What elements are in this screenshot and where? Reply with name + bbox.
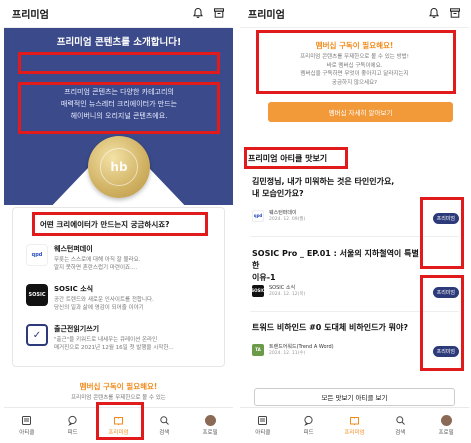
creator-logo: ✓	[26, 324, 48, 346]
nav-feed[interactable]: 피드	[286, 408, 332, 443]
membership-title: 멤버십 구독이 필요해요!	[79, 382, 158, 391]
highlight-box	[18, 52, 220, 74]
highlight-box	[420, 275, 464, 371]
right-screen: 프리미엄 멤버십 구독이 필요해요! 프리미엄 콘텐츠를 무제한으로 볼 수 있…	[240, 0, 469, 443]
creator-desc: 알지 못하면 혼란스럽기 마련이죠....	[54, 265, 138, 271]
creator-item[interactable]: ✓ 출근전읽기쓰기 "출근"을 키워드로 내세우는 큐레이션 온라인 매거진으로…	[26, 324, 226, 352]
nav-article[interactable]: 아티클	[240, 408, 286, 443]
avatar	[204, 415, 216, 426]
creator-question: 어떤 크리에이터가 만드는지 궁금하시죠?	[40, 220, 170, 229]
source-logo: SOSIC	[251, 284, 265, 297]
left-screen: 프리미엄 프리미엄 콘텐츠를 소개합니다! 프리미엄 콘텐츠는 다양한 카테고리…	[4, 0, 233, 443]
membership-detail-button[interactable]: 멤버십 자세히 알아보기	[268, 102, 453, 122]
membership-subtitle: 프리미엄 콘텐츠를 무제한으로 볼 수 있는	[71, 395, 166, 401]
bell-icon[interactable]	[192, 4, 204, 23]
avatar	[440, 415, 452, 426]
article-icon	[22, 416, 32, 425]
article-title[interactable]: SOSIC Pro _ EP.01 : 서울의 지하철역이 특별한 이유-1	[252, 248, 422, 284]
premium-seal-badge: hb	[88, 136, 150, 198]
article-meta: qpd 웨스턴퍼데이 2024. 12. 09(월)	[252, 209, 305, 222]
search-icon	[160, 416, 169, 425]
article-title[interactable]: 트워드 비하인드 #0 도대체 비하인드가 뭐야?	[252, 322, 422, 334]
creator-name: 웨스턴퍼데이	[54, 245, 93, 253]
membership-title: 멤버십 구독이 필요해요!	[315, 41, 394, 50]
nav-premium[interactable]: 프리미엄	[332, 408, 378, 443]
nav-profile[interactable]: 프로필	[423, 408, 469, 443]
nav-profile[interactable]: 프로필	[187, 408, 233, 443]
search-icon	[396, 416, 405, 425]
article-date: 2024. 12. 11(수)	[269, 351, 306, 356]
archive-icon[interactable]	[449, 4, 461, 23]
nav-search[interactable]: 검색	[377, 408, 423, 443]
highlight-box	[420, 197, 464, 269]
creator-item[interactable]: SOSIC SOSIC 소식 공간 트렌드와 새로운 인사이트를 전합니다. 당…	[26, 284, 226, 312]
article-icon	[258, 416, 268, 425]
highlight-box	[96, 402, 144, 440]
premium-book-icon	[349, 417, 359, 426]
membership-description: 프리미엄 콘텐츠를 무제한으로 볼 수 있는 방법! 바로 멤버십 구독이에요.…	[300, 54, 409, 86]
source-logo: TA	[252, 343, 264, 356]
article-date: 2024. 12. 12(목)	[269, 292, 306, 297]
creator-desc: 공간 트렌드와 새로운 인사이트를 전합니다.	[54, 297, 154, 303]
nav-article[interactable]: 아티클	[4, 408, 50, 443]
top-app-bar: 프리미엄	[240, 0, 469, 28]
creator-desc: 무릇는 스스로에 대해 아직 잘 몰라요.	[54, 257, 141, 263]
source-logo: qpd	[252, 209, 264, 222]
article-meta: TA 트렌드어워드(Trend A Word) 2024. 12. 11(수)	[252, 343, 334, 356]
app-title: 프리미엄	[12, 10, 49, 21]
creator-name: SOSIC 소식	[54, 285, 94, 293]
nav-search[interactable]: 검색	[141, 408, 187, 443]
article-source: 트렌드어워드(Trend A Word)	[269, 344, 334, 350]
nav-feed[interactable]: 피드	[50, 408, 96, 443]
article-meta: SOSIC SOSIC 소식 2024. 12. 12(목)	[251, 284, 306, 297]
article-date: 2024. 12. 09(월)	[269, 217, 306, 222]
creator-desc: 매거진으로 2021년 12월 16일 첫 발행을 시작한...	[54, 345, 174, 351]
hero-title: 프리미엄 콘텐츠를 소개합니다!	[56, 37, 182, 48]
chat-bubble-icon	[68, 415, 77, 426]
article-source: SOSIC 소식	[269, 285, 296, 291]
section-title: 프리미엄 아티클 맛보기	[248, 154, 328, 163]
bell-icon[interactable]	[428, 4, 440, 23]
bottom-nav: 아티클 피드 프리미엄 검색 프로필	[240, 407, 469, 443]
creator-name: 출근전읽기쓰기	[54, 325, 100, 333]
article-title[interactable]: 김민정님, 내가 미워하는 것은 타인인가요, 내 모습인가요?	[252, 176, 422, 200]
all-sample-articles-button[interactable]: 모든 맛보기 아티클 보기	[254, 388, 455, 406]
chat-bubble-icon	[304, 415, 313, 426]
hero-description: 프리미엄 콘텐츠는 다양한 카테고리의 매력적인 뉴스레터 크리에이터가 만드는…	[60, 88, 178, 120]
article-source: 웨스턴퍼데이	[269, 210, 297, 216]
creator-logo: SOSIC	[26, 284, 48, 306]
top-app-bar: 프리미엄	[4, 0, 233, 28]
app-title: 프리미엄	[248, 10, 285, 21]
creator-desc: "출근"을 키워드로 내세우는 큐레이션 온라인	[54, 337, 158, 343]
creator-desc: 당신의 일과 삶에 영감이 되어줄 이야기	[54, 305, 144, 311]
creator-item[interactable]: qpd 웨스턴퍼데이 무릇는 스스로에 대해 아직 잘 몰라요. 알지 못하면 …	[26, 244, 226, 272]
creator-logo: qpd	[26, 244, 48, 266]
archive-icon[interactable]	[213, 4, 225, 23]
